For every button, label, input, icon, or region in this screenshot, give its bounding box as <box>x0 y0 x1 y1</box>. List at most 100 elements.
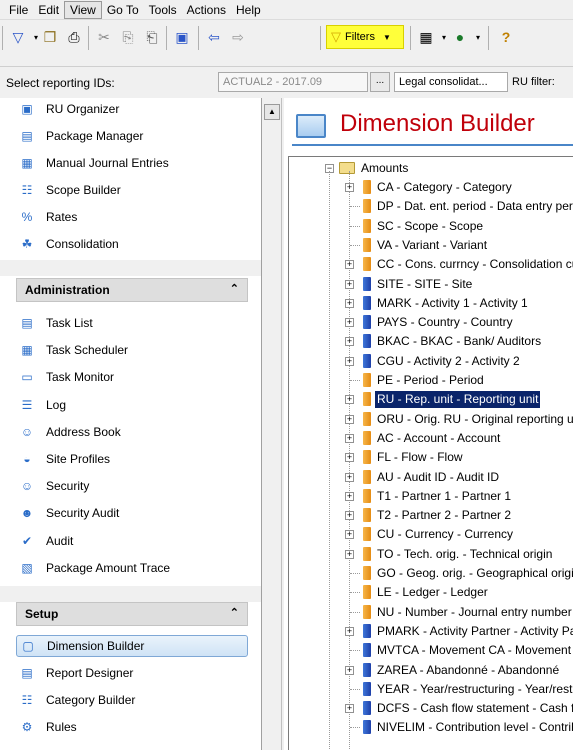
expand-toggle-icon[interactable]: + <box>345 511 354 521</box>
tree-row[interactable]: + FL - Flow - Flow <box>289 448 573 467</box>
tree-row[interactable]: NIVELIM - Contribution level - Contribut… <box>289 718 573 737</box>
nav-item-category-builder[interactable]: ☷ Category Builder <box>18 689 136 711</box>
menu-item-edit[interactable]: Edit <box>33 2 64 18</box>
back-arrow-icon[interactable]: ⇦ <box>204 27 224 47</box>
expand-toggle-icon[interactable]: + <box>345 433 354 443</box>
help-icon[interactable]: ? <box>496 27 516 47</box>
nav-item-audit[interactable]: ✔ Audit <box>18 530 73 552</box>
tree-row[interactable]: SC - Scope - Scope <box>289 217 573 236</box>
dimension-tree[interactable]: − Amounts + CA - Category - Category DP - Da… <box>288 156 573 750</box>
nav-item-scope-builder[interactable]: ☷ Scope Builder <box>18 179 121 201</box>
copy-icon[interactable]: ⎘ <box>118 27 138 47</box>
expand-toggle-icon[interactable]: + <box>345 260 354 270</box>
menu-item-actions[interactable]: Actions <box>182 2 231 18</box>
nav-item-security[interactable]: ☺ Security <box>18 475 90 497</box>
nav-item-rates[interactable]: % Rates <box>18 206 78 228</box>
reporting-id-field[interactable]: ACTUAL2 - 2017.09 <box>218 72 368 92</box>
expand-toggle-icon[interactable]: + <box>345 530 354 540</box>
tree-row[interactable]: + ORU - Orig. RU - Original reporting uni… <box>289 410 573 429</box>
expand-toggle-icon[interactable]: + <box>345 626 354 636</box>
forward-arrow-icon[interactable]: ⇨ <box>228 27 248 47</box>
tree-row[interactable]: + T1 - Partner 1 - Partner 1 <box>289 487 573 506</box>
menu-item-tools[interactable]: Tools <box>144 2 182 18</box>
filter-icon[interactable]: ▽ <box>8 27 28 47</box>
legal-consolidation-field[interactable]: Legal consolidat... <box>394 72 508 92</box>
tree-row[interactable]: + RU - Rep. unit - Reporting unit <box>289 390 573 409</box>
nav-item-security-audit[interactable]: ☻ Security Audit <box>18 502 120 524</box>
tree-row[interactable]: MVTCA - Movement CA - Movement CA <box>289 641 573 660</box>
tree-row[interactable]: NU - Number - Journal entry number <box>289 603 573 622</box>
expand-toggle-icon[interactable]: + <box>345 318 354 328</box>
tree-row[interactable]: + AC - Account - Account <box>289 429 573 448</box>
expand-toggle-icon[interactable]: + <box>345 279 354 289</box>
nav-item-package-manager[interactable]: ▤ Package Manager <box>18 125 143 147</box>
tree-row[interactable]: GO - Geog. orig. - Geographical origin <box>289 564 573 583</box>
tree-row[interactable]: + TO - Tech. orig. - Technical origin <box>289 545 573 564</box>
expand-toggle-icon[interactable]: + <box>345 549 354 559</box>
nav-item-ru-organizer[interactable]: ▣ RU Organizer <box>18 98 119 120</box>
tree-row[interactable]: + BKAC - BKAC - Bank/ Auditors <box>289 332 573 351</box>
tree-row[interactable]: + CGU - Activity 2 - Activity 2 <box>289 352 573 371</box>
tree-row[interactable]: + CA - Category - Category <box>289 178 573 197</box>
tree-row[interactable]: + PAYS - Country - Country <box>289 313 573 332</box>
grid-icon[interactable]: ▦ <box>416 27 436 47</box>
print-icon[interactable]: ⎙ <box>64 27 84 47</box>
nav-item-dimension-builder[interactable]: ▢ Dimension Builder <box>16 635 248 657</box>
expand-toggle-icon[interactable]: + <box>345 395 354 405</box>
nav-item-task-scheduler[interactable]: ▦ Task Scheduler <box>18 339 128 361</box>
nav-item-address-book[interactable]: ☺ Address Book <box>18 421 121 443</box>
tree-row[interactable]: + T2 - Partner 2 - Partner 2 <box>289 506 573 525</box>
panel-splitter[interactable]: ▲ <box>262 98 282 750</box>
expand-toggle-icon[interactable]: + <box>345 183 354 192</box>
administration-section-header[interactable]: Administration ⌃ <box>16 278 248 302</box>
folder-open-icon[interactable]: ❐ <box>40 27 60 47</box>
expand-toggle-icon[interactable]: + <box>345 665 354 675</box>
tree-row[interactable]: + MARK - Activity 1 - Activity 1 <box>289 294 573 313</box>
nav-item-manual-journal-entries[interactable]: ▦ Manual Journal Entries <box>18 152 168 174</box>
tree-row[interactable]: + ZAREA - Abandonné - Abandonné <box>289 661 573 680</box>
tree-row[interactable]: + CU - Currency - Currency <box>289 525 573 544</box>
tree-row[interactable]: LE - Ledger - Ledger <box>289 583 573 602</box>
filters-button[interactable]: ▽ Filters ▼ <box>326 25 404 49</box>
setup-section-header[interactable]: Setup ⌃ <box>16 602 248 626</box>
nav-item-task-monitor[interactable]: ▭ Task Monitor <box>18 366 114 388</box>
browse-button[interactable]: ... <box>370 72 390 92</box>
tree-root-row[interactable]: − Amounts <box>289 159 573 178</box>
nav-item-package-amount-trace[interactable]: ▧ Package Amount Trace <box>18 557 170 579</box>
tree-row[interactable]: + CC - Cons. currncy - Consolidation curr… <box>289 255 573 274</box>
menu-item-help[interactable]: Help <box>231 2 266 18</box>
tree-row[interactable]: + PMARK - Activity Partner - Activity Par… <box>289 622 573 641</box>
nav-item-task-list[interactable]: ▤ Task List <box>18 312 92 334</box>
scroll-up-arrow-icon[interactable]: ▲ <box>264 104 280 120</box>
tree-row[interactable]: PE - Period - Period <box>289 371 573 390</box>
menu-item-go-to[interactable]: Go To <box>102 2 144 18</box>
cut-icon[interactable]: ✂ <box>94 27 114 47</box>
nav-item-consolidation[interactable]: ☘ Consolidation <box>18 233 119 255</box>
properties-icon[interactable]: ▣ <box>172 27 192 47</box>
expand-toggle-icon[interactable]: + <box>345 414 354 424</box>
tree-row[interactable]: YEAR - Year/restructuring - Year/restruc… <box>289 680 573 699</box>
menu-item-view[interactable]: View <box>64 0 102 19</box>
expand-toggle-icon[interactable]: + <box>345 356 354 366</box>
expand-toggle-icon[interactable]: + <box>345 472 354 482</box>
nav-item-site-profiles[interactable]: ◒ Site Profiles <box>18 448 110 470</box>
collapse-chevron-icon[interactable]: ⌃ <box>230 282 239 295</box>
nav-item-report-designer[interactable]: ▤ Report Designer <box>18 662 133 684</box>
nav-item-rules[interactable]: ⚙ Rules <box>18 716 77 738</box>
expand-toggle-icon[interactable]: + <box>345 298 354 308</box>
collapse-chevron-icon[interactable]: ⌃ <box>230 606 239 619</box>
tree-row[interactable]: DP - Dat. ent. period - Data entry perio… <box>289 197 573 216</box>
paste-icon[interactable]: ⎗ <box>142 27 162 47</box>
expand-toggle-icon[interactable]: + <box>345 704 354 714</box>
expand-toggle-icon[interactable]: + <box>345 453 354 463</box>
dropdown-arrow-icon[interactable]: ▾ <box>468 27 488 47</box>
tree-row[interactable]: VA - Variant - Variant <box>289 236 573 255</box>
nav-item-log[interactable]: ☰ Log <box>18 394 66 416</box>
expand-toggle-icon[interactable]: + <box>345 491 354 501</box>
menu-item-file[interactable]: File <box>4 2 33 18</box>
tree-row[interactable]: + SITE - SITE - Site <box>289 275 573 294</box>
globe-icon[interactable]: ● <box>450 27 470 47</box>
tree-row[interactable]: + DCFS - Cash flow statement - Cash flow … <box>289 699 573 718</box>
expand-toggle-icon[interactable]: + <box>345 337 354 347</box>
tree-row[interactable]: + AU - Audit ID - Audit ID <box>289 468 573 487</box>
